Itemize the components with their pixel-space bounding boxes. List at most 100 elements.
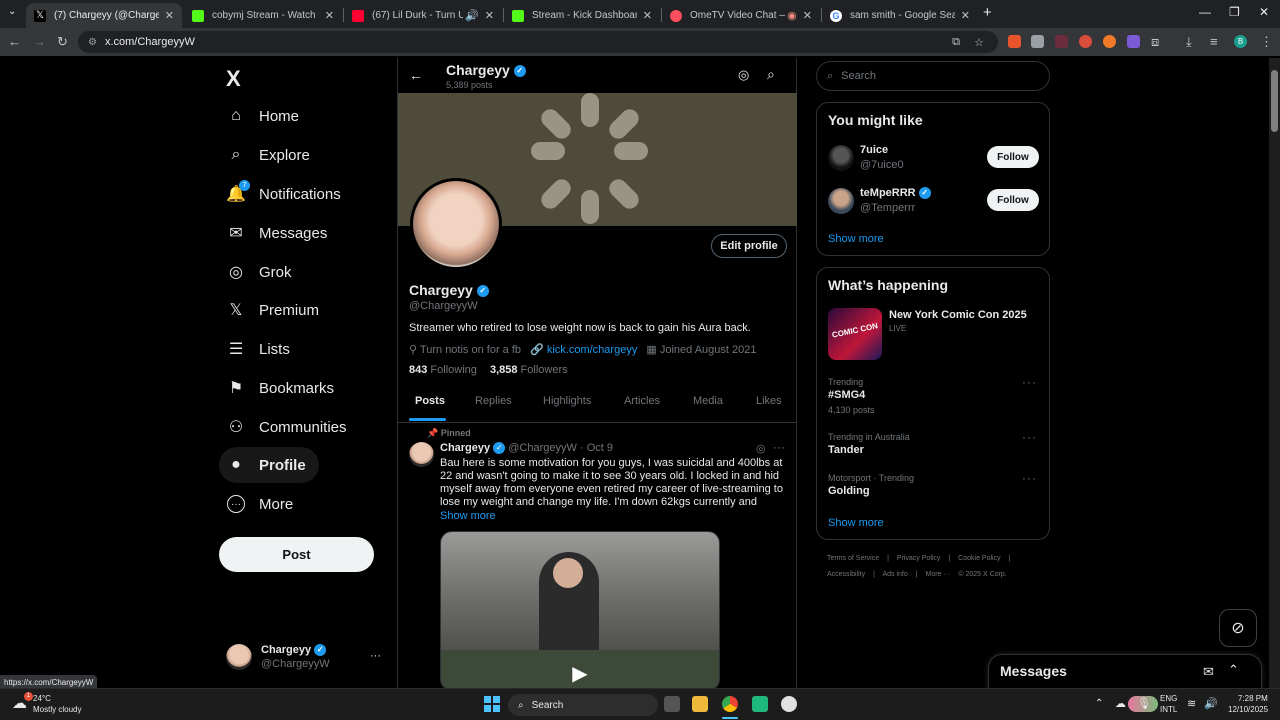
post-button[interactable]: Post (219, 537, 374, 572)
tab-kick-stream[interactable]: cobymj Stream - Watch Live on ✕ (184, 3, 342, 28)
event-thumbnail[interactable]: COMIC CON (828, 308, 882, 360)
following-stat[interactable]: 843 Following (409, 364, 477, 376)
tab-highlights[interactable]: Highlights (543, 395, 591, 407)
page-scrollbar[interactable] (1269, 58, 1280, 688)
tab-articles[interactable]: Articles (624, 395, 660, 407)
play-icon[interactable]: ▶ (561, 654, 599, 688)
footer-link-accessibility[interactable]: Accessibility (827, 571, 865, 578)
account-menu-icon[interactable]: ··· (370, 650, 381, 662)
app-icon[interactable] (781, 696, 797, 712)
tweet-author-name[interactable]: Chargeyy (440, 442, 490, 454)
tab-media[interactable]: Media (693, 395, 723, 407)
new-message-icon[interactable]: ✉ (1203, 664, 1214, 680)
task-view-icon[interactable] (664, 696, 680, 712)
profile-link[interactable]: kick.com/chargeyy (547, 344, 637, 356)
close-tab-icon[interactable]: ✕ (961, 9, 970, 22)
profile-avatar[interactable] (410, 178, 502, 270)
microphone-icon[interactable]: 🎙 (1137, 697, 1151, 710)
tab-search-icon[interactable]: ⌄ (8, 6, 16, 17)
reading-list-icon[interactable]: ≡ (1210, 34, 1218, 49)
tray-chevron-icon[interactable]: ⌃ (1095, 698, 1103, 709)
tab-posts[interactable]: Posts (415, 395, 445, 407)
tweet-video[interactable]: ▶ (440, 531, 720, 688)
tweet-author-handle[interactable]: @ChargeyyW (508, 442, 577, 454)
onedrive-icon[interactable]: ☁ (1115, 697, 1126, 710)
close-tab-icon[interactable]: ✕ (643, 9, 652, 22)
extension-icon[interactable] (1008, 35, 1021, 48)
more-options-icon[interactable]: ··· (1022, 375, 1037, 389)
chevrons-up-icon[interactable]: ⌃ (1228, 662, 1239, 678)
nav-lists[interactable]: ☰ Lists (219, 331, 302, 367)
grok-icon[interactable]: ◎ (738, 67, 749, 83)
messages-drawer[interactable]: Messages ✉ ⌃ (988, 654, 1262, 688)
downloads-icon[interactable]: ⤓ (1186, 34, 1192, 50)
profile-avatar-icon[interactable]: B (1234, 35, 1247, 48)
avatar[interactable] (828, 145, 854, 171)
more-options-icon[interactable]: ··· (1022, 471, 1037, 485)
weather-widget[interactable]: ☁ 1 (12, 692, 33, 714)
extensions-puzzle-icon[interactable]: ⧈ (1151, 34, 1159, 50)
clock-time[interactable]: 7:28 PM (1238, 694, 1268, 703)
nav-explore[interactable]: ⌕ Explore (219, 137, 322, 173)
event-title[interactable]: New York Comic Con 2025 (889, 309, 1027, 321)
new-tab-button[interactable]: + (983, 4, 992, 21)
followers-stat[interactable]: 3,858 Followers (490, 364, 568, 376)
nav-bookmarks[interactable]: ⚑ Bookmarks (219, 370, 346, 406)
show-more-link[interactable]: Show more (828, 517, 884, 529)
suggested-user-name-row[interactable]: teMpeRRR ✓ (860, 187, 931, 200)
tab-google-search[interactable]: G sam smith - Google Search ✕ (822, 3, 978, 28)
extension-icon[interactable] (1127, 35, 1140, 48)
tweet-avatar[interactable] (409, 442, 434, 467)
search-input[interactable]: ⌕ Search (816, 61, 1050, 91)
nav-profile[interactable]: ● Profile (219, 447, 319, 483)
follow-button[interactable]: Follow (987, 146, 1039, 168)
reload-icon[interactable]: ↻ (57, 34, 68, 50)
tab-kick-dashboard[interactable]: Stream - Kick Dashboard ✕ (504, 3, 660, 28)
close-window-icon[interactable]: ✕ (1259, 5, 1269, 19)
forward-icon[interactable]: → (33, 34, 46, 49)
volume-icon[interactable]: 🔊 (1204, 697, 1218, 710)
wifi-icon[interactable]: ≋ (1187, 697, 1196, 710)
speaker-icon[interactable]: 🔊 (465, 9, 479, 22)
footer-link-ads[interactable]: Ads info (882, 571, 907, 578)
search-icon[interactable]: ⌕ (767, 66, 775, 83)
more-options-icon[interactable]: ··· (773, 440, 785, 454)
account-switcher[interactable]: Chargeyy ✓ @ChargeyyW ··· (226, 642, 386, 678)
nav-grok[interactable]: ◎ Grok (219, 254, 304, 290)
taskbar-search[interactable]: ⌕ Search (508, 694, 1158, 716)
language-layout[interactable]: INTL (1160, 705, 1177, 714)
avatar[interactable] (828, 188, 854, 214)
install-app-icon[interactable]: ⧉ (952, 36, 960, 49)
address-bar[interactable]: ⚙ x.com/ChargeyyW ⧉ ☆ (78, 31, 998, 53)
close-tab-icon[interactable]: ✕ (325, 9, 334, 22)
close-tab-icon[interactable]: ✕ (165, 9, 174, 22)
file-explorer-icon[interactable] (692, 696, 708, 712)
language-code[interactable]: ENG (1160, 694, 1177, 703)
grok-icon[interactable]: ◎ (756, 442, 766, 455)
show-more-link[interactable]: Show more (828, 233, 884, 245)
site-info-icon[interactable]: ⚙ (88, 37, 97, 48)
nav-home[interactable]: ⌂ Home (219, 98, 311, 134)
footer-link-cookie[interactable]: Cookie Policy (958, 555, 1000, 562)
scrollbar-thumb[interactable] (1271, 70, 1278, 132)
clock-date[interactable]: 12/10/2025 (1228, 705, 1268, 714)
footer-link-terms[interactable]: Terms of Service (827, 555, 879, 562)
footer-link-more[interactable]: More ··· (926, 571, 951, 578)
close-tab-icon[interactable]: ✕ (803, 9, 812, 22)
grok-floating-button[interactable]: ⊘ (1219, 609, 1257, 647)
edit-profile-button[interactable]: Edit profile (711, 234, 787, 258)
tab-likes[interactable]: Likes (756, 395, 782, 407)
nav-more[interactable]: ··· More (219, 486, 305, 522)
tab-youtube[interactable]: (67) Lil Durk - Turn Up A N 🔊 ✕ (344, 3, 502, 28)
nav-notifications[interactable]: 🔔 7 Notifications (219, 176, 353, 212)
tab-ometv[interactable]: OmeTV Video Chat — Ome ◉ ✕ (662, 3, 820, 28)
footer-link-privacy[interactable]: Privacy Policy (897, 555, 941, 562)
chrome-icon[interactable] (722, 696, 738, 712)
nav-premium[interactable]: 𝕏 Premium (219, 292, 331, 328)
nav-messages[interactable]: ✉ Messages (219, 215, 339, 251)
chrome-menu-icon[interactable]: ⋮ (1260, 34, 1273, 50)
extension-icon[interactable] (1031, 35, 1044, 48)
x-logo[interactable]: X (226, 66, 241, 92)
extension-icon[interactable] (1079, 35, 1092, 48)
suggested-user-name[interactable]: 7uice (860, 144, 888, 156)
